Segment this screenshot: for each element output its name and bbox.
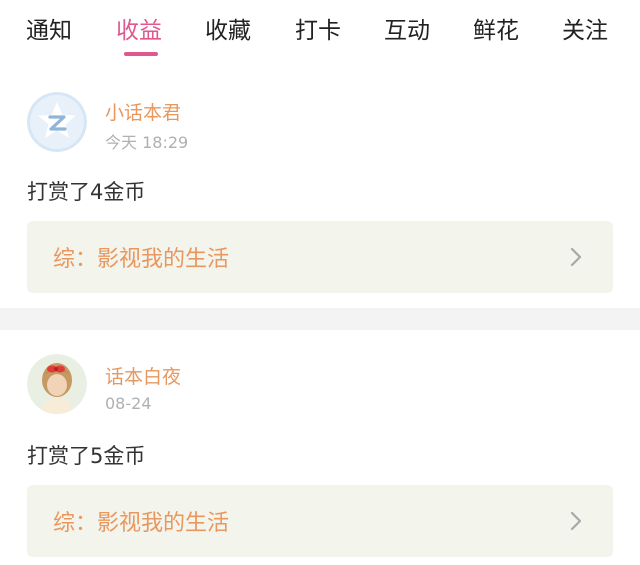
reward-message: 打赏了5金币	[27, 444, 146, 468]
section-divider	[0, 308, 640, 330]
tab-earnings[interactable]: 收益	[116, 14, 162, 48]
tab-notifications[interactable]: 通知	[26, 14, 72, 48]
tab-flowers[interactable]: 鲜花	[473, 14, 519, 48]
tab-checkin[interactable]: 打卡	[295, 14, 341, 48]
username[interactable]: 话本白夜	[105, 362, 181, 389]
timestamp: 08-24	[105, 394, 152, 413]
avatar[interactable]	[27, 92, 87, 152]
chevron-right-icon	[570, 511, 582, 531]
tab-following[interactable]: 关注	[562, 14, 608, 48]
user-photo	[27, 354, 87, 414]
reward-message: 打赏了4金币	[27, 180, 146, 204]
book-link[interactable]: 综：影视我的生活	[27, 485, 613, 557]
tab-bar: 通知 收益 收藏 打卡 互动 鲜花 关注	[0, 0, 640, 64]
username[interactable]: 小话本君	[105, 98, 181, 125]
app-root: 通知 收益 收藏 打卡 互动 鲜花 关注 小话本君 今天 18:29 打赏了4金…	[0, 0, 640, 565]
feed-item: 话本白夜 08-24 打赏了5金币 综：影视我的生活	[0, 330, 640, 565]
active-tab-indicator	[124, 52, 158, 56]
avatar[interactable]	[27, 354, 87, 414]
timestamp: 今天 18:29	[105, 133, 189, 152]
feed-item: 小话本君 今天 18:29 打赏了4金币 综：影视我的生活	[0, 64, 640, 308]
book-link-label: 综：影视我的生活	[53, 511, 230, 536]
tab-interactions[interactable]: 互动	[384, 14, 430, 48]
book-link[interactable]: 综：影视我的生活	[27, 221, 613, 293]
book-link-label: 综：影视我的生活	[53, 247, 230, 272]
chevron-right-icon	[570, 247, 582, 267]
tab-favorites[interactable]: 收藏	[205, 14, 251, 48]
blue-z-badge-icon	[27, 92, 87, 152]
